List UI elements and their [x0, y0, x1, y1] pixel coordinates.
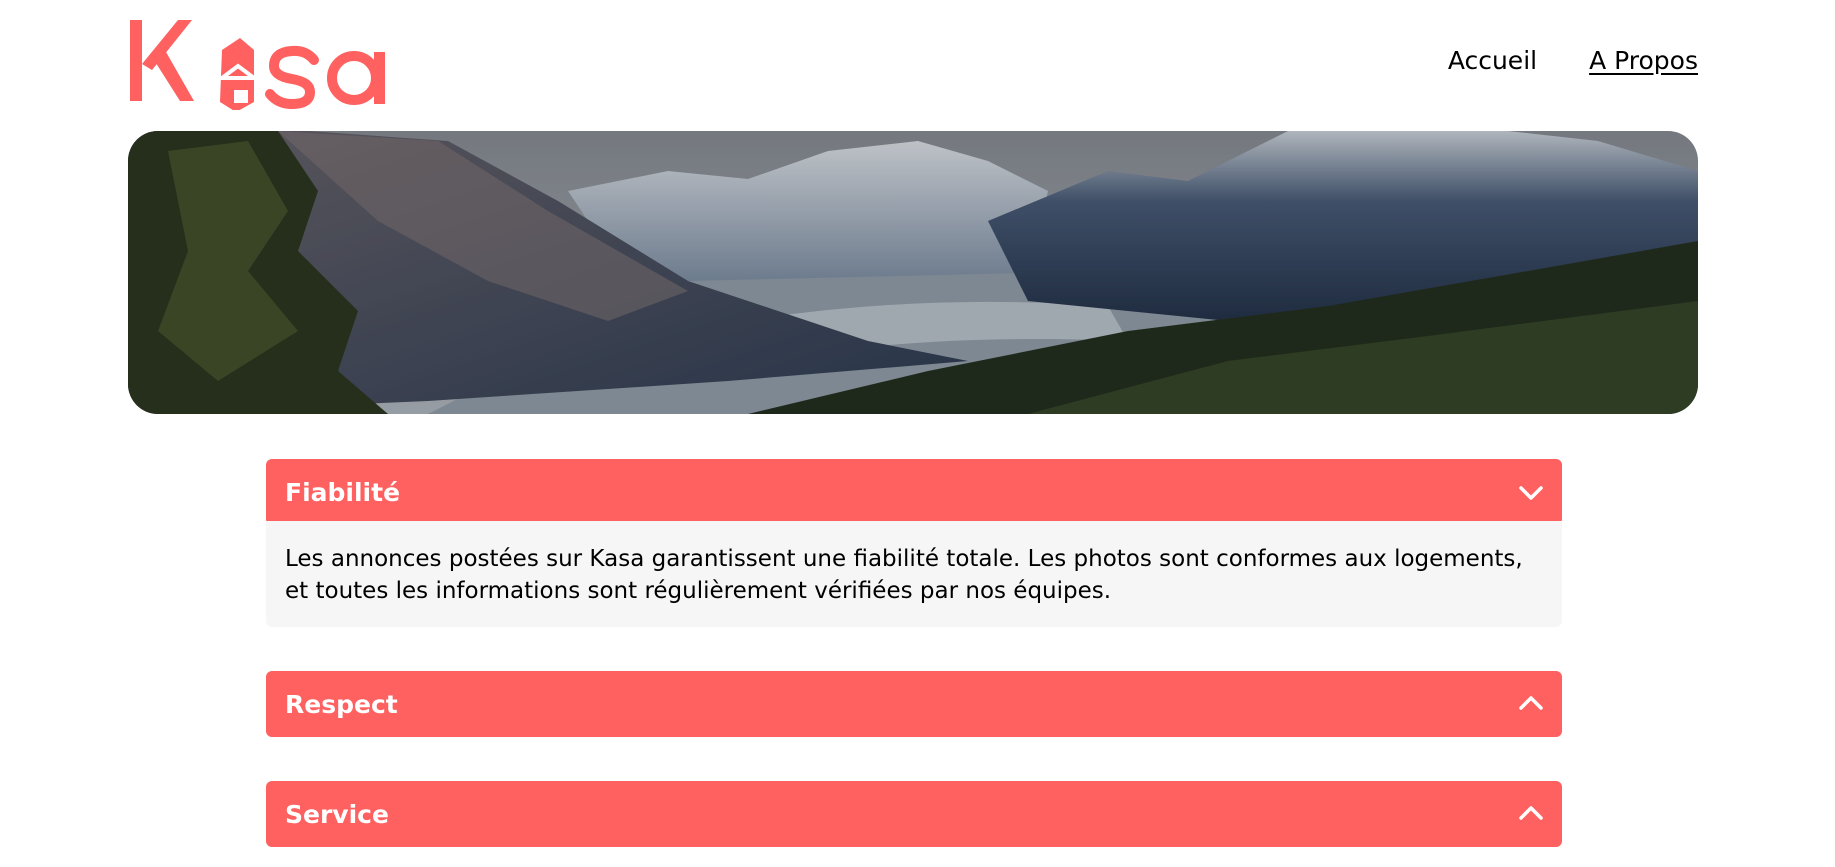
- chevron-up-icon[interactable]: [1518, 691, 1544, 717]
- chevron-up-icon[interactable]: [1518, 801, 1544, 827]
- nav-link-a-propos[interactable]: A Propos: [1589, 46, 1698, 75]
- accordion-header-respect[interactable]: Respect: [266, 671, 1562, 737]
- accordion-header-fiabilite[interactable]: Fiabilité: [266, 459, 1562, 525]
- accordion-fiabilite: Fiabilité Les annonces postées sur Kasa …: [266, 459, 1562, 627]
- hero-banner-image: [128, 131, 1698, 414]
- accordion-respect: Respect: [266, 671, 1562, 737]
- site-header: Accueil A Propos: [128, 18, 1698, 110]
- main-nav: Accueil A Propos: [1448, 46, 1698, 75]
- accordion-title: Respect: [285, 689, 398, 719]
- kasa-logo[interactable]: [128, 18, 398, 110]
- accordion-service: Service: [266, 781, 1562, 847]
- chevron-down-icon[interactable]: [1518, 479, 1544, 505]
- nav-link-accueil[interactable]: Accueil: [1448, 46, 1537, 75]
- accordion-header-service[interactable]: Service: [266, 781, 1562, 847]
- accordion-title: Service: [285, 799, 389, 829]
- accordion-title: Fiabilité: [285, 477, 401, 507]
- accordion-content: Les annonces postées sur Kasa garantisse…: [266, 521, 1562, 627]
